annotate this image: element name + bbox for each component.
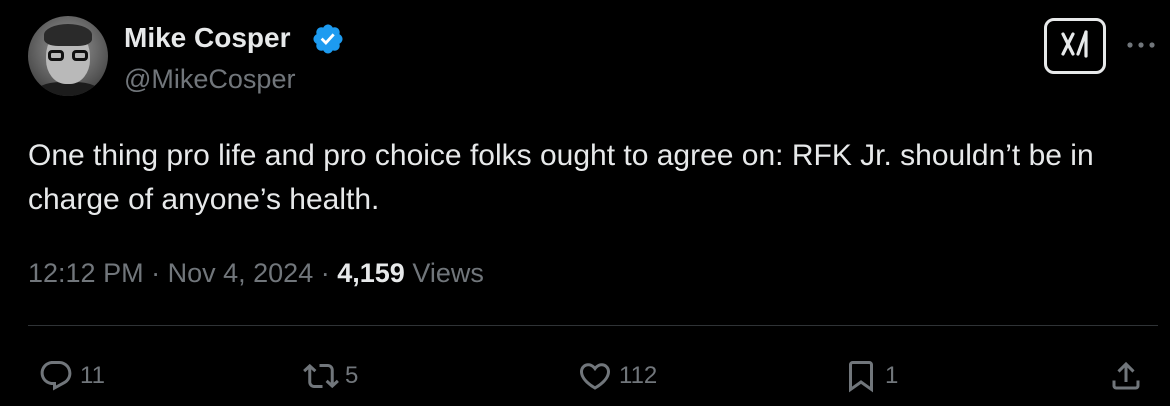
tweet-date[interactable]: Nov 4, 2024 [168,258,314,288]
like-count: 112 [619,362,658,389]
repost-icon [303,358,339,394]
bookmark-button[interactable]: 1 [843,356,898,396]
avatar-hair [44,24,92,46]
divider [28,325,1158,326]
avatar-lens-right [72,50,88,61]
tweet-meta: 12:12 PM · Nov 4, 2024 · 4,159 Views [28,258,484,289]
share-button[interactable] [1108,356,1144,396]
bookmark-icon [843,358,879,394]
grok-button[interactable] [1044,18,1106,74]
share-icon [1108,358,1144,394]
reply-count: 11 [80,362,105,389]
views-label: Views [412,258,484,288]
grok-icon [1057,26,1093,67]
like-button[interactable]: 112 [577,356,657,396]
reply-icon [38,358,74,394]
views-count[interactable]: 4,159 [337,258,405,288]
verified-badge-icon[interactable] [311,22,345,56]
avatar-shirt [34,82,102,96]
repost-button[interactable]: 5 [303,356,358,396]
bookmark-count: 1 [885,362,899,389]
avatar[interactable] [28,16,108,96]
user-handle[interactable]: @MikeCosper [124,64,295,95]
meta-separator: · [151,258,161,288]
more-button[interactable] [1124,30,1158,60]
tweet-text: One thing pro life and pro choice folks … [28,139,1094,216]
display-name[interactable]: Mike Cosper [124,22,291,54]
meta-separator: · [320,258,330,288]
avatar-lens-left [48,50,64,61]
tweet-time[interactable]: 12:12 PM [28,258,144,288]
reply-button[interactable]: 11 [38,356,105,396]
repost-count: 5 [345,362,359,389]
more-icon [1126,36,1156,54]
heart-icon [577,358,613,394]
tweet-card: Mike Cosper @MikeCosper One thing pro li… [0,0,1170,406]
avatar-glasses [48,50,88,62]
